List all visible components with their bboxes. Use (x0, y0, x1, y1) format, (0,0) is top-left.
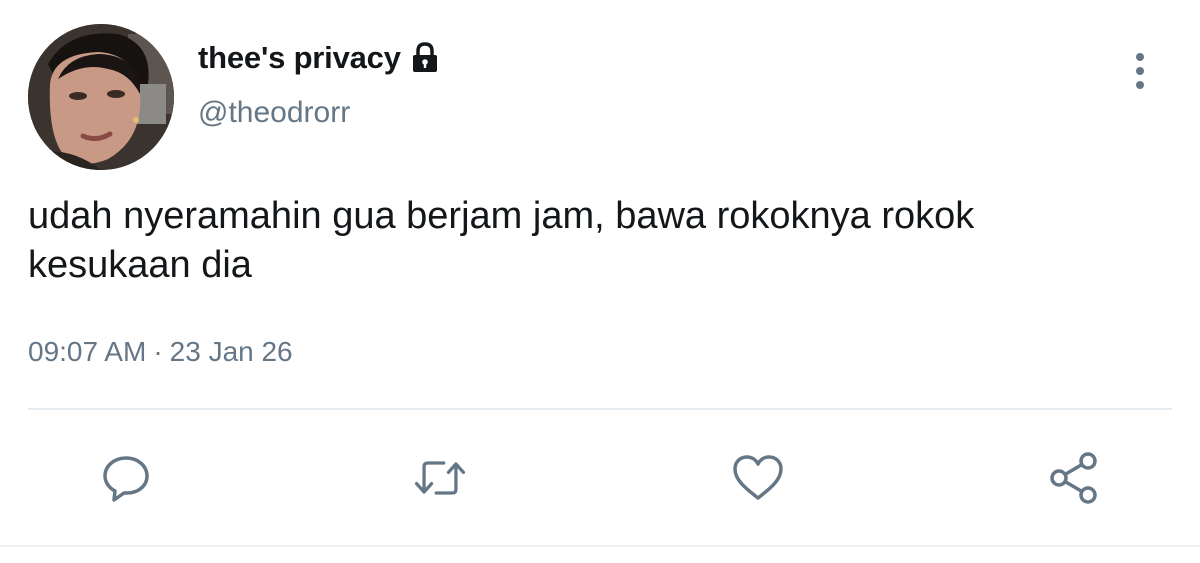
display-name[interactable]: thee's privacy (198, 40, 401, 76)
avatar[interactable] (28, 24, 174, 170)
lock-icon (409, 41, 441, 75)
reply-icon (103, 456, 149, 502)
tweet-date: 23 Jan 26 (169, 336, 293, 367)
user-handle[interactable]: @theodrorr (198, 96, 350, 130)
reply-button[interactable] (96, 448, 156, 508)
action-bar (0, 448, 1200, 508)
heart-icon (733, 455, 783, 500)
tweet-time: 09:07 AM (28, 336, 147, 367)
timestamp[interactable]: 09:07 AM · 23 Jan 26 (28, 336, 293, 368)
retweet-icon (414, 461, 466, 495)
tweet-text-line: kesukaan dia (28, 244, 252, 286)
divider (28, 408, 1172, 410)
retweet-button[interactable] (410, 448, 470, 508)
separator: · (153, 336, 163, 367)
bottom-divider (0, 545, 1200, 547)
tweet-text: udah nyeramahin gua berjam jam, bawa rok… (28, 192, 1148, 290)
tweet-card: thee's privacy @theodrorr udah nyeramahi… (0, 0, 1200, 563)
share-button[interactable] (1044, 448, 1104, 508)
tweet-text-line: udah nyeramahin gua berjam jam, bawa rok… (28, 195, 975, 237)
share-icon (1050, 452, 1097, 504)
display-name-row: thee's privacy (198, 38, 441, 78)
more-vertical-icon[interactable] (1124, 50, 1156, 92)
avatar-photo (28, 24, 174, 170)
like-button[interactable] (728, 448, 788, 508)
